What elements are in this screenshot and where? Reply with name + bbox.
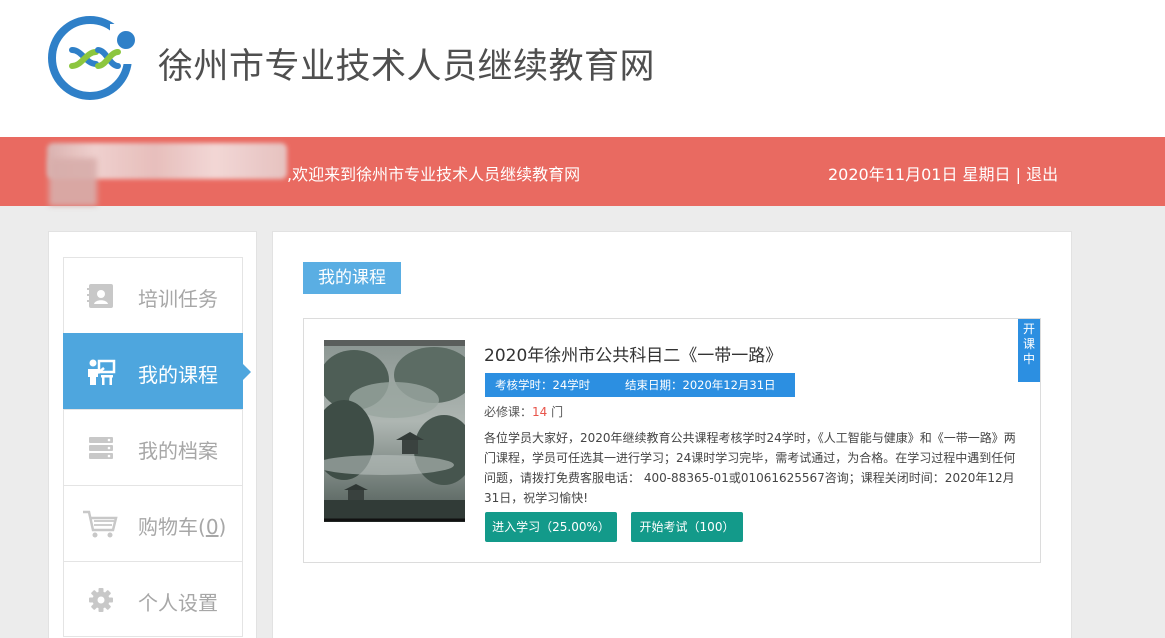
required-count: 14 [532, 405, 548, 419]
sidebar-item-label: 个人设置 [138, 591, 218, 615]
course-end-date: 结束日期：2020年12月31日 [625, 378, 776, 392]
course-thumbnail[interactable] [324, 340, 465, 522]
status-char: 开 [1022, 322, 1035, 336]
sidebar-item-settings[interactable]: 个人设置 [63, 561, 243, 637]
status-char: 中 [1022, 352, 1035, 366]
server-icon [89, 437, 113, 459]
course-description: 各位学员大家好，2020年继续教育公共课程考核学时24学时，《人工智能与健康》和… [484, 431, 1016, 505]
section-title: 我的课程 [303, 262, 401, 294]
cart-label: 购物车 [138, 515, 198, 539]
status-char: 课 [1022, 337, 1035, 351]
id-card-icon [87, 284, 113, 308]
enter-study-button[interactable]: 进入学习（25.00%） [485, 512, 617, 542]
course-status-badge: 开 课 中 [1018, 319, 1040, 382]
sidebar-item-label: 我的课程 [138, 363, 218, 387]
course-meta-bar: 考核学时：24学时 结束日期：2020年12月31日 [485, 373, 795, 397]
required-unit: 门 [547, 405, 564, 419]
required-courses: 必修课：14 门 [484, 403, 563, 420]
redacted-avatar [49, 158, 97, 206]
sidebar-item-my-archive[interactable]: 我的档案 [63, 409, 243, 485]
current-date: 2020年11月01日 星期日 [828, 165, 1011, 184]
cart-icon [83, 510, 118, 538]
sidebar-item-label: 培训任务 [138, 287, 218, 311]
site-logo-icon [48, 16, 138, 100]
sidebar-item-cart[interactable]: 购物车(0) [63, 485, 243, 561]
classroom-icon [88, 359, 116, 385]
cart-count[interactable]: 0 [206, 515, 219, 539]
start-exam-button[interactable]: 开始考试（100） [631, 512, 743, 542]
sidebar-item-label: 购物车(0) [138, 515, 227, 539]
sidebar-item-label: 我的档案 [138, 439, 218, 463]
sidebar-nav: 培训任务 我的课程 我的档案 购物车(0) 个人设置 [63, 257, 251, 637]
site-header: 徐州市专业技术人员继续教育网 [0, 0, 1165, 137]
separator: | [1015, 165, 1022, 184]
sidebar-item-my-courses[interactable]: 我的课程 [63, 333, 251, 409]
site-title: 徐州市专业技术人员继续教育网 [158, 47, 656, 87]
welcome-text: ,欢迎来到徐州市专业技术人员继续教育网 [287, 165, 581, 184]
sidebar-item-training-tasks[interactable]: 培训任务 [63, 257, 243, 333]
required-label: 必修课： [484, 405, 533, 419]
logout-link[interactable]: 退出 [1026, 165, 1058, 184]
course-hours: 考核学时：24学时 [495, 378, 591, 392]
course-title[interactable]: 2020年徐州市公共科目二《一带一路》 [484, 341, 782, 366]
gear-icon [89, 588, 113, 612]
date-and-logout: 2020年11月01日 星期日 | 退出 [828, 161, 1058, 185]
